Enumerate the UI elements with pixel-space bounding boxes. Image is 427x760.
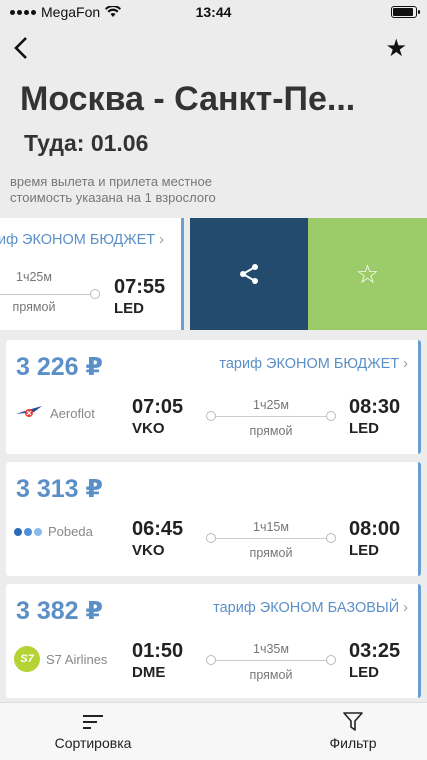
share-icon (240, 264, 258, 284)
airline-name: Aeroflot (50, 405, 95, 421)
departure-airport: DME (132, 664, 166, 681)
airline: Aeroflot (14, 402, 95, 424)
arrival-time: 08:30 (349, 396, 401, 418)
route: 1ч25м прямой (0, 264, 100, 314)
arrival-airport: LED (349, 542, 379, 559)
price: 3 226 ₽ (16, 353, 103, 381)
flight-card[interactable]: 3 382 ₽ тариф ЭКОНОМ БАЗОВЫЙ › S7 S7 Airl… (6, 584, 421, 698)
battery-icon (391, 6, 420, 18)
chevron-left-icon (14, 37, 27, 59)
flight-duration: 1ч15м (253, 520, 289, 534)
flight-card[interactable]: 3 226 ₽ тариф ЭКОНОМ БЮДЖЕТ › Aeroflot 07… (6, 340, 421, 454)
share-action-button[interactable] (190, 218, 308, 330)
departure-time: 01:50 (132, 640, 184, 662)
flight-type: прямой (249, 546, 293, 560)
pobeda-logo-icon (14, 527, 42, 536)
departure-airport: VKO (132, 420, 165, 437)
arrival-airport: LED (114, 300, 144, 317)
route-dot (206, 533, 216, 543)
airline: S7 S7 Airlines (14, 646, 107, 672)
note-line: время вылета и прилета местное (10, 174, 212, 189)
arrival-airport: LED (349, 664, 379, 681)
route: 1ч25м прямой (206, 396, 336, 438)
airline-name: Pobeda (48, 524, 93, 539)
tariff-link[interactable]: иф ЭКОНОМ БЮДЖЕТ › (0, 232, 164, 248)
route-dot (206, 655, 216, 665)
filter-label: Фильтр (329, 735, 377, 751)
s7-logo-icon: S7 (14, 646, 40, 672)
date-subtitle: Туда: 01.06 (24, 130, 149, 156)
chevron-right-icon: › (159, 232, 165, 248)
sort-icon (83, 715, 103, 729)
route-dot (206, 411, 216, 421)
flight-duration: 1ч25м (253, 398, 289, 412)
flight-type: прямой (12, 300, 56, 314)
route-dot (326, 533, 336, 543)
route-dot (90, 289, 100, 299)
star-filled-icon: ★ (385, 35, 407, 62)
route-line (210, 538, 332, 539)
back-button[interactable] (10, 34, 34, 62)
aeroflot-logo-icon (16, 406, 42, 417)
favorite-button[interactable]: ★ (385, 34, 407, 63)
route-line (210, 416, 332, 417)
tariff-label: тариф ЭКОНОМ БАЗОВЫЙ (213, 600, 400, 616)
bottom-toolbar: Сортировка Фильтр (0, 702, 427, 760)
info-note: время вылета и прилета местное стоимость… (10, 174, 216, 206)
route: 1ч35м прямой (206, 640, 336, 682)
arrival-time: 08:00 (349, 518, 401, 540)
price: 3 382 ₽ (16, 597, 103, 625)
sort-button[interactable]: Сортировка (46, 711, 140, 751)
tariff-label: тариф ЭКОНОМ БЮДЖЕТ (219, 356, 400, 372)
note-line: стоимость указана на 1 взрослого (10, 190, 216, 205)
route-line (210, 660, 332, 661)
route: 1ч15м прямой (206, 518, 336, 560)
favorite-action-button[interactable]: ☆ (308, 218, 427, 330)
tariff-label: иф ЭКОНОМ БЮДЖЕТ (0, 232, 156, 248)
route-dot (326, 411, 336, 421)
filter-icon (343, 712, 363, 731)
flight-type: прямой (249, 668, 293, 682)
arrival-time: 07:55 (114, 276, 166, 298)
flight-type: прямой (249, 424, 293, 438)
flight-card[interactable]: 3 313 ₽ Pobeda 06:45 VKO 1ч15м прямой 08… (6, 462, 421, 576)
status-bar: MegaFon 13:44 (0, 0, 427, 26)
price: 3 313 ₽ (16, 475, 103, 503)
departure-time: 06:45 (132, 518, 184, 540)
departure-time: 07:05 (132, 396, 184, 418)
filter-button[interactable]: Фильтр (318, 711, 388, 751)
page-title: Москва - Санкт-Пе... (20, 80, 356, 118)
flight-duration: 1ч35м (253, 642, 289, 656)
route-line (0, 294, 94, 295)
arrival-airport: LED (349, 420, 379, 437)
flight-duration: 1ч25м (16, 270, 52, 284)
chevron-right-icon: › (403, 356, 408, 372)
battery-level (393, 8, 413, 16)
departure-airport: VKO (132, 542, 165, 559)
arrival-time: 03:25 (349, 640, 401, 662)
tariff-link[interactable]: тариф ЭКОНОМ БАЗОВЫЙ › (213, 600, 408, 616)
clock: 13:44 (195, 4, 232, 20)
chevron-right-icon: › (403, 600, 408, 616)
sort-label: Сортировка (54, 735, 132, 751)
star-outline-icon: ☆ (355, 258, 380, 289)
swiped-flight-card[interactable]: иф ЭКОНОМ БЮДЖЕТ › 1ч25м прямой 07:55 LED (0, 218, 184, 330)
airline-name: S7 Airlines (46, 651, 108, 667)
tariff-link[interactable]: тариф ЭКОНОМ БЮДЖЕТ › (219, 356, 408, 372)
route-dot (326, 655, 336, 665)
airline: Pobeda (14, 524, 93, 539)
